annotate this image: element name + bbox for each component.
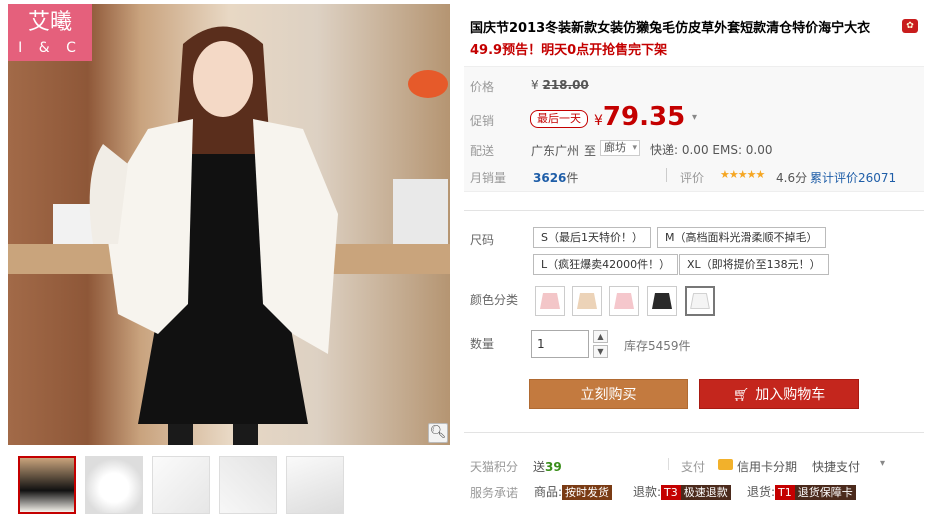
return-label: 退货: [747, 485, 776, 499]
shipping-label: 配送 [470, 144, 495, 158]
thumbnail-1[interactable] [18, 456, 76, 514]
service-promise-label: 服务承诺 [470, 486, 519, 500]
size-label: 尺码 [470, 233, 495, 247]
divider [666, 168, 667, 182]
promo-badge: 最后一天 [530, 110, 588, 128]
thumbnail-5[interactable] [286, 456, 344, 514]
color-swatch-black[interactable] [647, 286, 677, 316]
divider [464, 210, 924, 211]
destination-select[interactable]: 廊坊 [600, 140, 640, 156]
shipping-from: 广东广州 [531, 144, 580, 158]
jacket-thumbnail [573, 287, 601, 315]
swatch-jacket [652, 293, 672, 309]
brand-logo: 艾曦 I & C [8, 4, 92, 61]
quantity-input[interactable]: 1 [531, 330, 589, 358]
product-main-image[interactable]: 艾曦 I & C 🔍︎ [8, 4, 450, 445]
credit-card-icon [718, 459, 733, 470]
product-title: 国庆节2013冬装新款女装仿獭兔毛仿皮草外套短款清仓特价海宁大衣 [470, 21, 871, 36]
add-to-cart-button[interactable]: 🛒︎ 加入购物车 [699, 379, 859, 409]
thumbnail-3[interactable] [152, 456, 210, 514]
flower-icon: ✿ [902, 19, 918, 33]
divider [464, 432, 924, 433]
quick-pay[interactable]: 快捷支付 [812, 458, 860, 475]
total-reviews-link[interactable]: 累计评价26071 [810, 169, 896, 186]
swatch-jacket [614, 293, 634, 309]
divider [668, 458, 669, 470]
color-swatch-white[interactable] [685, 286, 715, 316]
shipping-fees: 快递: 0.00 EMS: 0.00 [650, 143, 773, 157]
swatch-jacket [540, 293, 560, 309]
jacket-thumbnail [648, 287, 676, 315]
decrease-qty-button[interactable]: ▼ [593, 345, 608, 358]
jacket-thumbnail [610, 287, 638, 315]
service-return: 退货: T1 退货保障卡 [747, 483, 856, 500]
thumbnail-strip [18, 456, 344, 514]
chevron-down-icon[interactable]: ▾ [692, 112, 697, 123]
size-option-s[interactable]: S（最后1天特价！） [533, 227, 651, 248]
swatch-jacket [690, 293, 710, 309]
brand-logo-en: I & C [18, 40, 82, 56]
thumbnail-4[interactable] [219, 456, 277, 514]
jacket-thumbnail [536, 287, 564, 315]
monthly-sales-label: 月销量 [470, 171, 507, 185]
monthly-sales-unit: 件 [566, 171, 579, 185]
on-time-shipping-tag[interactable]: 按时发货 [562, 485, 613, 500]
monthly-sales: 3626件 [533, 169, 578, 186]
currency-symbol: ¥ [531, 78, 539, 92]
refund-label: 退款: [633, 485, 662, 499]
service-goods: 商品: 按时发货 [534, 483, 613, 500]
size-option-l[interactable]: L（疯狂爆卖42000件！） [533, 254, 679, 275]
shipping-to-word: 至 [584, 144, 597, 158]
original-price-value: 218.00 [542, 78, 589, 92]
increase-qty-button[interactable]: ▲ [593, 330, 608, 343]
rating-score: 4.6分 [776, 171, 808, 185]
monthly-sales-count: 3626 [533, 171, 567, 185]
cart-icon: 🛒︎ [732, 388, 750, 403]
tmall-points-label: 天猫积分 [470, 460, 519, 474]
color-swatch-beige[interactable] [572, 286, 602, 316]
payment-label: 支付 [681, 460, 706, 474]
buy-now-button[interactable]: 立刻购买 [529, 379, 688, 409]
magnifier-icon[interactable]: 🔍︎ [428, 423, 448, 443]
price-label: 价格 [470, 80, 495, 94]
tmall-points: 送39 [533, 458, 562, 475]
credit-installment[interactable]: 信用卡分期 [737, 458, 797, 475]
thumbnail-2[interactable] [85, 456, 143, 514]
return-guarantee-tag[interactable]: 退货保障卡 [794, 485, 856, 500]
rating-label: 评价 [680, 171, 705, 185]
add-to-cart-label: 加入购物车 [755, 387, 826, 403]
size-option-m[interactable]: M（高档面料光滑柔顺不掉毛） [657, 227, 826, 248]
refund-code-tag: T3 [661, 485, 681, 500]
stock-count: 库存5459件 [624, 339, 691, 353]
color-swatch-pink[interactable] [535, 286, 565, 316]
product-subtitle: 49.9预告！明天0点开抢售完下架 [470, 43, 668, 58]
color-label: 颜色分类 [470, 293, 519, 307]
jacket-thumbnail [687, 288, 713, 314]
rating-stars: ★★★★★ [720, 168, 765, 181]
service-refund: 退款: T3 极速退款 [633, 483, 731, 500]
points-prefix: 送 [533, 460, 546, 474]
color-swatch-light-pink[interactable] [609, 286, 639, 316]
points-value: 39 [545, 460, 562, 474]
size-option-xl[interactable]: XL（即将提价至138元！） [679, 254, 829, 275]
quantity-label: 数量 [470, 337, 495, 351]
swatch-jacket [577, 293, 597, 309]
promo-price: ¥79.35 [594, 102, 685, 132]
promo-price-value: 79.35 [602, 102, 686, 132]
fast-refund-tag[interactable]: 极速退款 [680, 485, 731, 500]
goods-label: 商品: [534, 485, 563, 499]
chevron-down-icon[interactable]: ▾ [880, 458, 885, 469]
brand-logo-cn: 艾曦 [27, 10, 72, 35]
promo-label: 促销 [470, 114, 495, 128]
return-code-tag: T1 [775, 485, 795, 500]
original-price: ¥ 218.00 [531, 78, 589, 92]
promo-currency: ¥ [594, 113, 603, 129]
model-photo [8, 26, 450, 445]
